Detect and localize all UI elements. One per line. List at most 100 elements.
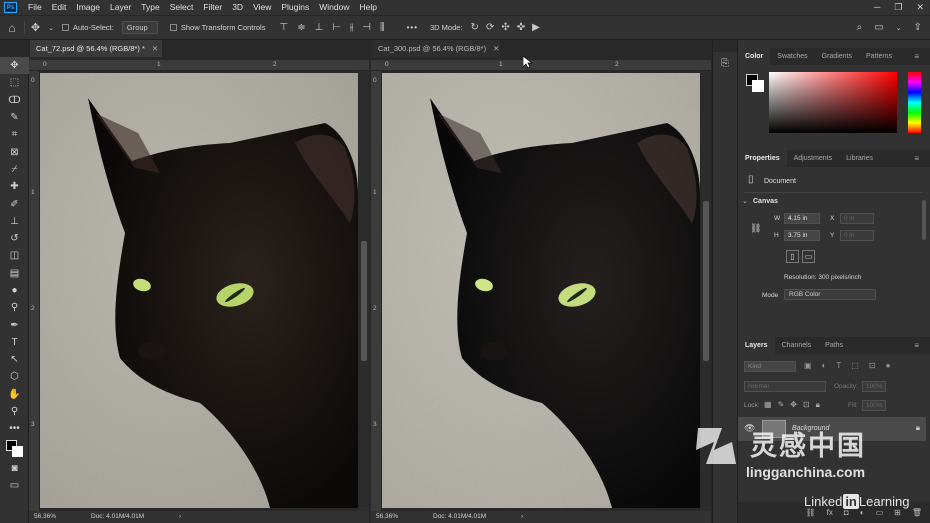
- zoom-tool-icon[interactable]: ⚲: [0, 403, 29, 420]
- search-icon[interactable]: ⌕: [857, 22, 863, 33]
- tab-gradients[interactable]: Gradients: [815, 48, 859, 65]
- show-transform-checkbox[interactable]: [169, 24, 177, 31]
- quick-select-tool-icon[interactable]: ✎: [0, 109, 29, 126]
- more-tools-icon[interactable]: •••: [0, 420, 29, 437]
- menu-layer[interactable]: Layer: [105, 0, 136, 15]
- lock-artboard-icon[interactable]: ⊡: [803, 400, 810, 410]
- scroll-thumb[interactable]: [703, 201, 709, 361]
- align-hcenter-icon[interactable]: ⫲: [350, 22, 353, 33]
- scroll-thumb[interactable]: [361, 241, 367, 361]
- shape-filter-icon[interactable]: ⬚: [851, 361, 859, 370]
- screen-mode-icon[interactable]: ▭: [0, 477, 29, 494]
- dodge-tool-icon[interactable]: ⚲: [0, 299, 29, 316]
- lock-pixels-icon[interactable]: ✎: [778, 400, 785, 410]
- chevron-down-icon[interactable]: ⌄: [46, 24, 56, 32]
- vertical-scrollbar-2[interactable]: [701, 71, 711, 511]
- shape-tool-icon[interactable]: ⬡: [0, 368, 29, 385]
- blur-tool-icon[interactable]: ●: [0, 282, 29, 299]
- menu-view[interactable]: View: [248, 0, 276, 15]
- tab-channels[interactable]: Channels: [775, 337, 819, 354]
- clone-stamp-tool-icon[interactable]: ⊥: [0, 213, 29, 230]
- menu-type[interactable]: Type: [136, 0, 164, 15]
- vertical-scrollbar-1[interactable]: [359, 71, 369, 511]
- menu-window[interactable]: Window: [314, 0, 354, 15]
- frame-tool-icon[interactable]: ⊠: [0, 143, 29, 160]
- filter-toggle-icon[interactable]: ●: [886, 361, 891, 370]
- status-menu-chevron[interactable]: ›: [179, 511, 181, 523]
- delete-layer-icon[interactable]: 🗑︎: [912, 508, 922, 517]
- canvas-cat-300[interactable]: [382, 73, 700, 508]
- tab-libraries[interactable]: Libraries: [839, 150, 880, 167]
- history-brush-tool-icon[interactable]: ↺: [0, 230, 29, 247]
- tab-swatches[interactable]: Swatches: [770, 48, 814, 65]
- menu-3d[interactable]: 3D: [227, 0, 248, 15]
- eyedropper-tool-icon[interactable]: ⌿: [0, 161, 29, 178]
- align-bottom-icon[interactable]: ⊥: [315, 22, 324, 33]
- x-field[interactable]: 0 in: [840, 213, 874, 224]
- document-tab-2[interactable]: Cat_300.psd @ 56.4% (RGB/8*) ✕: [372, 40, 500, 57]
- align-vcenter-icon[interactable]: ≑: [297, 22, 305, 33]
- visibility-eye-icon[interactable]: 👁︎: [744, 423, 755, 434]
- more-options-button[interactable]: •••: [407, 23, 418, 32]
- layer-name[interactable]: Background: [792, 425, 829, 432]
- height-field[interactable]: 3.75 in: [784, 230, 820, 241]
- fg-bg-color[interactable]: [746, 74, 764, 92]
- align-left-icon[interactable]: ⊢: [332, 22, 341, 33]
- tab-paths[interactable]: Paths: [818, 337, 850, 354]
- restore-button[interactable]: ❐: [894, 0, 902, 15]
- new-group-icon[interactable]: ▭: [876, 508, 884, 517]
- move-tool-preset-icon[interactable]: ✥: [24, 21, 46, 34]
- auto-select-checkbox[interactable]: [62, 24, 69, 31]
- home-icon[interactable]: ⌂: [0, 21, 24, 35]
- auto-select-dropdown[interactable]: Group: [121, 21, 158, 34]
- zoom-level[interactable]: 56.36%: [376, 511, 398, 523]
- 3d-orbit-icon[interactable]: ↻: [471, 22, 479, 33]
- document-tab-1[interactable]: Cat_72.psd @ 56.4% (RGB/8*) * ✕: [30, 40, 162, 57]
- share-icon[interactable]: ⇪: [914, 22, 922, 33]
- new-adjustment-icon[interactable]: ◐: [860, 508, 865, 517]
- gradient-tool-icon[interactable]: ▤: [0, 265, 29, 282]
- smart-object-filter-icon[interactable]: ⊡: [869, 361, 876, 370]
- align-right-icon[interactable]: ⊣: [362, 22, 371, 33]
- layer-kind-filter[interactable]: Kind: [744, 361, 796, 372]
- zoom-level[interactable]: 56.36%: [34, 511, 56, 523]
- eraser-tool-icon[interactable]: ◫: [0, 247, 29, 264]
- tab-layers[interactable]: Layers: [738, 337, 775, 354]
- close-tab-icon[interactable]: ✕: [152, 44, 158, 53]
- distribute-icon[interactable]: ⫼: [380, 22, 385, 33]
- lock-transparent-icon[interactable]: ▦: [764, 400, 772, 410]
- canvas-cat-72[interactable]: [40, 73, 358, 508]
- type-filter-icon[interactable]: T: [836, 361, 841, 370]
- blend-mode-dropdown[interactable]: Normal: [744, 381, 826, 392]
- layer-row-background[interactable]: 👁︎ Background 🔒︎: [738, 417, 926, 441]
- quick-mask-icon[interactable]: ◙: [0, 460, 29, 477]
- orientation-portrait-icon[interactable]: ▯: [786, 250, 799, 263]
- orientation-landscape-icon[interactable]: ▭: [802, 250, 815, 263]
- move-tool-icon[interactable]: ✥: [0, 57, 29, 75]
- lock-position-icon[interactable]: ✥: [790, 400, 797, 410]
- panel-menu-icon[interactable]: ≡: [907, 48, 926, 65]
- tab-patterns[interactable]: Patterns: [859, 48, 899, 65]
- align-top-icon[interactable]: ⊤: [279, 22, 288, 33]
- menu-help[interactable]: Help: [354, 0, 381, 15]
- workspace-icon[interactable]: ▭: [874, 22, 883, 33]
- link-dimensions-icon[interactable]: ⛓: [750, 223, 761, 234]
- color-field[interactable]: [769, 72, 897, 133]
- background-color-swatch[interactable]: [752, 80, 764, 92]
- layer-style-icon[interactable]: fx: [827, 508, 833, 517]
- panel-menu-icon[interactable]: ≡: [907, 150, 926, 167]
- chevron-down-icon[interactable]: ⌄: [742, 197, 748, 205]
- opacity-field[interactable]: 100%: [862, 381, 886, 392]
- link-layers-icon[interactable]: ⛓: [806, 508, 816, 517]
- menu-edit[interactable]: Edit: [47, 0, 72, 15]
- crop-tool-icon[interactable]: ⌗: [0, 126, 29, 143]
- chevron-down-icon[interactable]: ⌄: [896, 24, 902, 32]
- y-field[interactable]: 0 in: [840, 230, 874, 241]
- adjustment-filter-icon[interactable]: ◐: [822, 361, 827, 370]
- background-color-swatch[interactable]: [12, 445, 23, 457]
- add-mask-icon[interactable]: ◘: [844, 508, 849, 517]
- minimize-button[interactable]: ─: [874, 0, 880, 15]
- menu-file[interactable]: File: [23, 0, 47, 15]
- close-tab-icon[interactable]: ✕: [493, 44, 499, 53]
- menu-filter[interactable]: Filter: [198, 0, 227, 15]
